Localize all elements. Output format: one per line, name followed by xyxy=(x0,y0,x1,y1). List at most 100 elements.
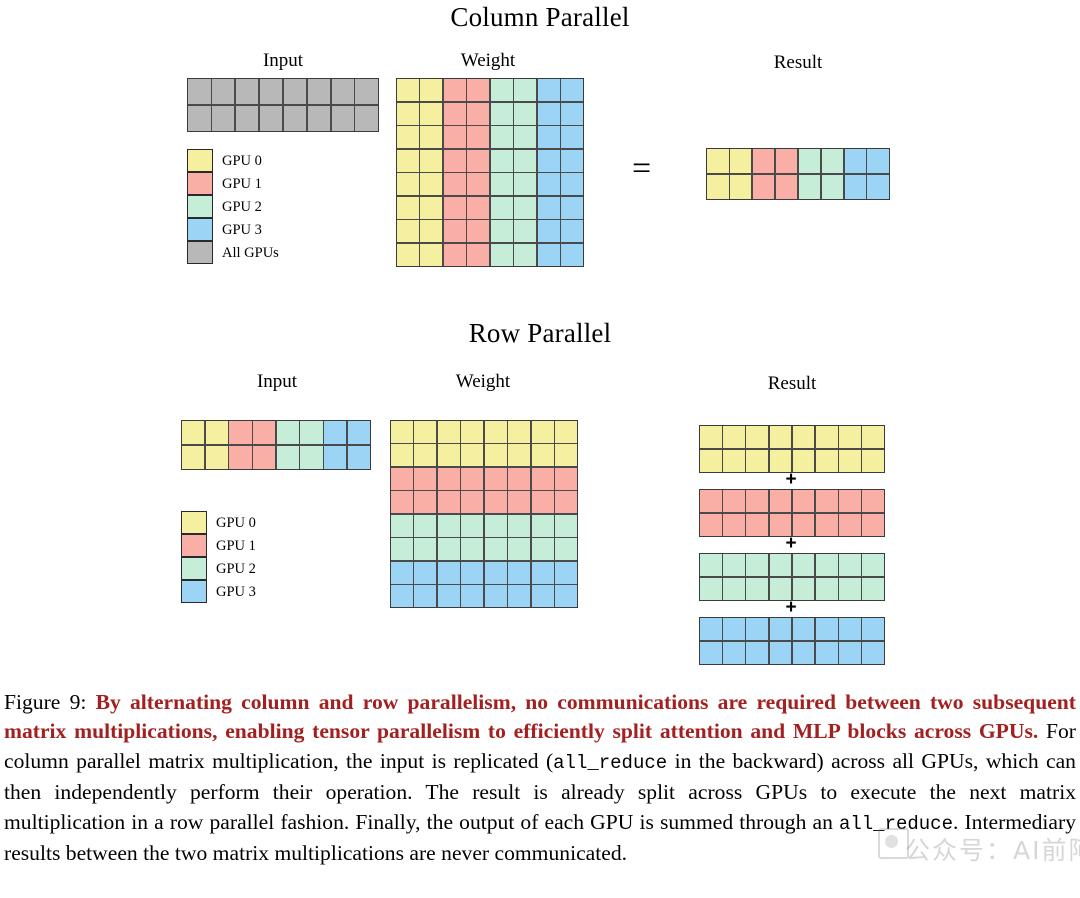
matrix-cell xyxy=(839,618,861,641)
column-parallel-title: Column Parallel xyxy=(450,2,630,32)
matrix-cell xyxy=(554,491,577,514)
matrix-cell xyxy=(259,105,283,131)
matrix-cell xyxy=(792,490,815,513)
matrix-cell xyxy=(707,149,729,174)
matrix-cell xyxy=(839,513,861,536)
matrix-cell xyxy=(560,196,583,219)
matrix-cell xyxy=(324,445,347,469)
matrix-cell xyxy=(867,174,889,199)
matrix-cell xyxy=(414,421,437,444)
matrix-cell xyxy=(537,173,560,196)
matrix-cell xyxy=(862,426,884,449)
matrix-cell xyxy=(839,554,861,577)
matrix-cell xyxy=(798,174,821,199)
legend-color-swatch xyxy=(181,557,207,581)
matrix-cell xyxy=(391,584,414,607)
matrix-cell xyxy=(283,79,307,105)
matrix-cell xyxy=(746,426,769,449)
row-parallel-plus-0: + xyxy=(785,469,797,490)
matrix-cell xyxy=(746,618,769,641)
matrix-cell xyxy=(862,641,884,664)
matrix-cell xyxy=(839,577,861,600)
matrix-cell xyxy=(729,174,752,199)
matrix-cell xyxy=(554,584,577,607)
legend-color-swatch xyxy=(187,218,213,242)
matrix-cell xyxy=(746,449,769,472)
matrix-cell xyxy=(235,79,259,105)
matrix-cell xyxy=(205,445,228,469)
matrix-cell xyxy=(414,491,437,514)
matrix-cell xyxy=(276,421,299,445)
matrix-cell xyxy=(815,449,838,472)
matrix-cell xyxy=(391,514,414,537)
legend-item: GPU 1 xyxy=(187,172,279,196)
matrix-cell xyxy=(414,514,437,537)
legend-item: GPU 3 xyxy=(181,580,256,604)
legend-item-label: GPU 2 xyxy=(216,561,256,577)
row-parallel-weight-matrix xyxy=(390,420,578,608)
matrix-cell xyxy=(253,445,276,469)
matrix-cell xyxy=(700,577,722,600)
matrix-cell xyxy=(414,561,437,584)
matrix-cell xyxy=(839,641,861,664)
legend-color-swatch xyxy=(187,195,213,219)
matrix-cell xyxy=(752,174,775,199)
matrix-cell xyxy=(420,126,443,149)
matrix-cell xyxy=(467,126,490,149)
column-parallel-weight-matrix xyxy=(396,78,584,267)
legend-item-label: GPU 3 xyxy=(222,222,262,238)
matrix-cell xyxy=(554,538,577,561)
matrix-cell xyxy=(490,173,513,196)
matrix-cell xyxy=(397,220,420,243)
matrix-cell xyxy=(490,196,513,219)
matrix-cell xyxy=(537,196,560,219)
matrix-cell xyxy=(461,584,484,607)
matrix-cell xyxy=(514,196,537,219)
matrix-cell xyxy=(484,561,507,584)
matrix-cell xyxy=(414,467,437,490)
matrix-cell xyxy=(484,584,507,607)
matrix-cell xyxy=(461,538,484,561)
column-parallel-equals-sign: = xyxy=(632,150,652,187)
matrix-cell xyxy=(514,79,537,102)
matrix-cell xyxy=(537,126,560,149)
matrix-cell xyxy=(792,426,815,449)
matrix-cell xyxy=(347,445,370,469)
matrix-cell xyxy=(437,584,460,607)
matrix-cell xyxy=(700,618,722,641)
legend-item-label: GPU 2 xyxy=(222,199,262,215)
matrix-cell xyxy=(560,102,583,125)
matrix-cell xyxy=(307,105,331,131)
matrix-cell xyxy=(700,513,722,536)
matrix-cell xyxy=(839,490,861,513)
matrix-cell xyxy=(437,421,460,444)
matrix-cell xyxy=(467,149,490,172)
matrix-cell xyxy=(484,538,507,561)
matrix-cell xyxy=(560,173,583,196)
column-parallel-result-matrix xyxy=(706,148,890,200)
matrix-cell xyxy=(443,126,466,149)
legend-color-swatch xyxy=(181,580,207,604)
caption-code-2: all_reduce xyxy=(838,812,953,835)
matrix-cell xyxy=(531,538,554,561)
matrix-cell xyxy=(723,641,745,664)
column-parallel-legend: GPU 0 GPU 1 GPU 2 GPU 3 All GPUs xyxy=(187,149,279,265)
matrix-cell xyxy=(437,514,460,537)
row-parallel-result-label: Result xyxy=(767,373,817,394)
matrix-cell xyxy=(420,243,443,266)
matrix-cell xyxy=(391,444,414,467)
matrix-cell xyxy=(443,79,466,102)
matrix-cell xyxy=(461,467,484,490)
matrix-cell xyxy=(253,421,276,445)
legend-color-swatch xyxy=(187,241,213,265)
matrix-cell xyxy=(815,641,838,664)
matrix-cell xyxy=(560,149,583,172)
matrix-cell xyxy=(700,641,722,664)
matrix-cell xyxy=(443,173,466,196)
matrix-cell xyxy=(531,444,554,467)
matrix-cell xyxy=(420,149,443,172)
matrix-cell xyxy=(531,421,554,444)
matrix-cell xyxy=(437,467,460,490)
matrix-cell xyxy=(331,79,355,105)
matrix-cell xyxy=(307,79,331,105)
